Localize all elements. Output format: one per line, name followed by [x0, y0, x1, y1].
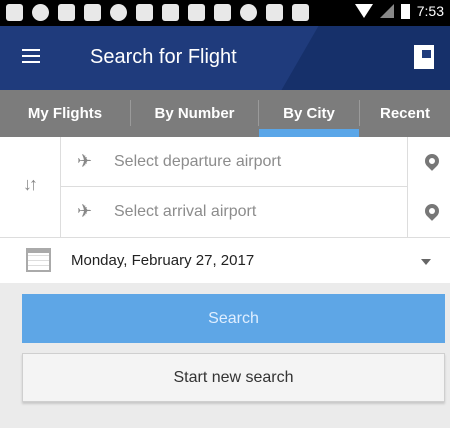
keyboard-icon: [214, 4, 231, 21]
link-icon: [188, 4, 205, 21]
message-icon: [6, 4, 23, 21]
airport-form: ↓↑ ✈ Select departure airport ✈ Select a…: [0, 137, 450, 237]
facebook-icon: [58, 4, 75, 21]
page-title: Search for Flight: [90, 46, 237, 68]
battery-icon: [400, 3, 410, 19]
location-pin-icon[interactable]: [422, 151, 442, 171]
takeoff-icon: ✈: [77, 151, 93, 171]
video-icon: [292, 4, 309, 21]
tab-by-city[interactable]: By City: [259, 90, 359, 137]
bank-icon: [84, 4, 101, 21]
facebook-icon: [136, 4, 153, 21]
date-selector[interactable]: Monday, February 27, 2017: [0, 237, 450, 283]
departure-airport-placeholder: Select departure airport: [114, 153, 282, 170]
arrival-airport-field[interactable]: ✈ Select arrival airport: [60, 187, 408, 237]
start-new-search-button[interactable]: Start new search: [22, 353, 445, 402]
half-circle-icon: [110, 4, 127, 21]
signal-icon: [379, 4, 394, 18]
calendar-icon: [26, 248, 51, 272]
status-bar: 7:53: [0, 0, 450, 26]
arrival-airport-placeholder: Select arrival airport: [114, 203, 257, 220]
departure-airport-field[interactable]: ✈ Select departure airport: [60, 137, 408, 187]
status-time: 7:53: [416, 3, 444, 19]
search-button[interactable]: Search: [22, 294, 445, 343]
tab-by-number[interactable]: By Number: [131, 90, 258, 137]
tab-recent[interactable]: Recent: [360, 90, 450, 137]
caret-down-icon[interactable]: [421, 259, 431, 265]
app-bar: Search for Flight: [0, 26, 450, 90]
compass-icon: [240, 4, 257, 21]
selected-date: Monday, February 27, 2017: [71, 252, 255, 269]
wifi-icon: [354, 4, 373, 18]
tab-my-flights[interactable]: My Flights: [0, 90, 130, 137]
usa-today-icon: [162, 4, 179, 21]
flag-icon[interactable]: [414, 45, 434, 69]
landing-icon: ✈: [77, 201, 93, 221]
search-tabs: My Flights By Number By City Recent: [0, 90, 450, 137]
system-status: 7:53: [354, 3, 444, 19]
hamburger-menu-icon[interactable]: [22, 49, 40, 63]
location-pin-icon[interactable]: [422, 201, 442, 221]
swap-icon[interactable]: ↓↑: [23, 174, 38, 195]
headset-icon: [32, 4, 49, 21]
wrench-icon: [266, 4, 283, 21]
notification-icons: [6, 4, 309, 21]
